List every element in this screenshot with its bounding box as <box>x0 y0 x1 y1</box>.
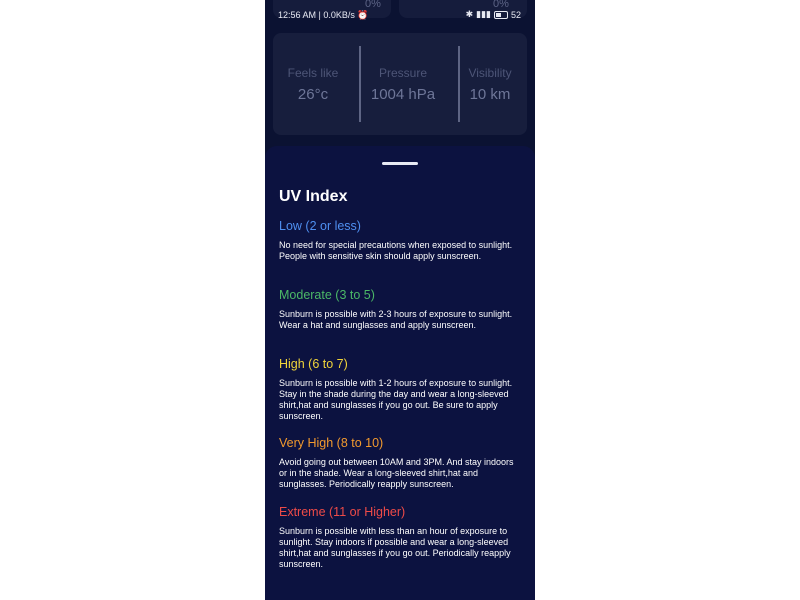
signal-icon: ▮▮▮ <box>476 9 491 19</box>
stat-label: Pressure <box>378 66 428 80</box>
status-bar: 12:56 AM | 0.0KB/s ⏰ ✱ ▮▮▮ 52 <box>265 8 535 22</box>
stat-value: 26°c <box>297 86 329 103</box>
uv-section-moderate: Moderate (3 to 5) Sunburn is possible wi… <box>279 288 523 331</box>
uv-section-very-high: Very High (8 to 10) Avoid going out betw… <box>279 436 523 490</box>
stat-value: 1004 hPa <box>370 86 436 103</box>
uv-level-description: Sunburn is possible with 1-2 hours of ex… <box>279 378 513 421</box>
uv-level-title: Low (2 or less) <box>279 219 361 233</box>
feels-like-stat: Feels like 26°c <box>273 33 353 135</box>
drag-handle[interactable] <box>382 162 418 165</box>
status-time-speed: 12:56 AM | 0.0KB/s ⏰ <box>278 10 369 21</box>
uv-section-high: High (6 to 7) Sunburn is possible with 1… <box>279 357 523 422</box>
uv-level-title: Very High (8 to 10) <box>279 436 384 450</box>
bluetooth-icon: ✱ <box>465 9 474 19</box>
stat-label: Visibility <box>468 66 512 80</box>
uv-section-low: Low (2 or less) No need for special prec… <box>279 219 523 262</box>
alarm-icon: ⏰ <box>357 10 369 20</box>
status-text: 12:56 AM | 0.0KB/s <box>278 10 355 20</box>
status-icons: ✱ ▮▮▮ 52 <box>466 9 521 20</box>
uv-level-description: No need for special precautions when exp… <box>279 240 513 261</box>
uv-level-description: Sunburn is possible with less than an ho… <box>279 526 511 569</box>
uv-level-description: Sunburn is possible with 2-3 hours of ex… <box>279 309 513 330</box>
stat-label: Feels like <box>287 66 339 80</box>
weather-stats-card: Feels like 26°c Pressure 1004 hPa Visibi… <box>273 33 527 135</box>
uv-section-extreme: Extreme (11 or Higher) Sunburn is possib… <box>279 505 523 570</box>
stat-value: 10 km <box>469 86 511 103</box>
uv-level-description: Avoid going out between 10AM and 3PM. An… <box>279 457 514 489</box>
pressure-stat: Pressure 1004 hPa <box>353 33 453 135</box>
uv-index-bottom-sheet[interactable]: UV Index Low (2 or less) No need for spe… <box>265 146 535 600</box>
battery-level: 52 <box>510 9 521 20</box>
phone-screen: 0% 0% 12:56 AM | 0.0KB/s ⏰ ✱ ▮▮▮ 52 Feel… <box>265 0 535 600</box>
uv-index-title: UV Index <box>279 188 348 205</box>
uv-level-title: Moderate (3 to 5) <box>279 288 375 302</box>
battery-icon <box>493 10 508 19</box>
uv-level-title: High (6 to 7) <box>279 357 348 371</box>
uv-level-title: Extreme (11 or Higher) <box>279 505 406 519</box>
visibility-stat: Visibility 10 km <box>453 33 527 135</box>
